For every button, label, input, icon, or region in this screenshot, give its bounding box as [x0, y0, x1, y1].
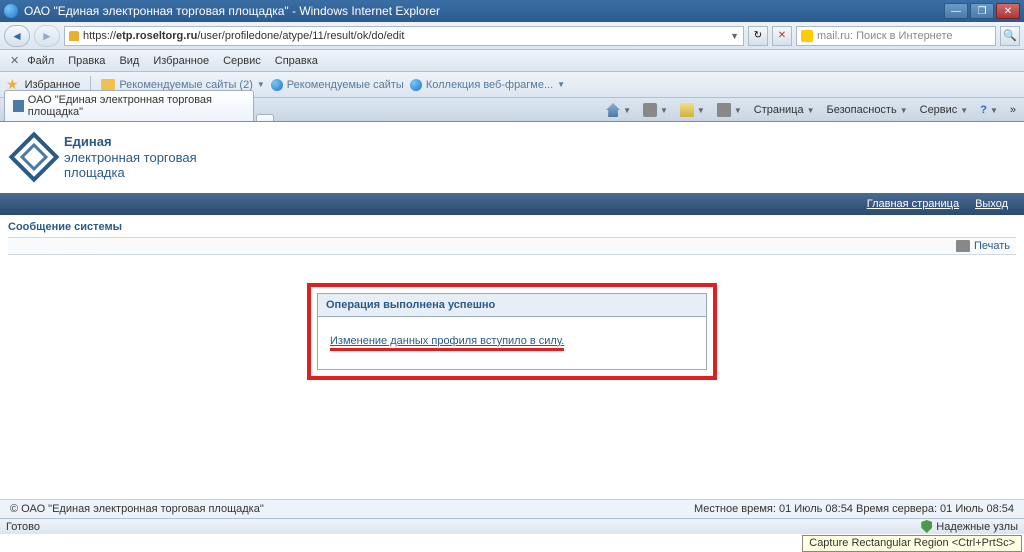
fav-item-1[interactable]: Рекомендуемые сайты (2) ▼ [101, 79, 264, 91]
rss-button[interactable]: ▼ [639, 101, 672, 119]
status-text: Готово [6, 521, 40, 533]
shield-icon [921, 520, 932, 533]
search-placeholder: mail.ru: Поиск в Интернете [817, 30, 953, 42]
server-time: Местное время: 01 Июль 08:54 Время серве… [694, 503, 1014, 515]
page-content: Единая электронная торговая площадка Гла… [0, 122, 1024, 514]
refresh-button[interactable]: ↻ [748, 26, 768, 46]
screenshot-tooltip: Capture Rectangular Region <Ctrl+PrtSc> [802, 535, 1022, 552]
expand-button[interactable]: » [1006, 102, 1020, 118]
ie-icon [4, 4, 18, 18]
folder-icon [101, 79, 115, 90]
menu-edit[interactable]: Правка [62, 53, 111, 69]
safety-menu[interactable]: Безопасность▼ [823, 102, 912, 118]
mail-icon [680, 103, 694, 117]
minimize-button[interactable]: — [944, 3, 968, 19]
tab-title: ОАО "Единая электронная торговая площадк… [28, 94, 245, 118]
success-title: Операция выполнена успешно [318, 294, 706, 317]
mail-button[interactable]: ▼ [676, 101, 709, 119]
copyright: © ОАО "Единая электронная торговая площа… [10, 503, 264, 515]
print-link[interactable]: Печать [956, 240, 1010, 252]
security-zone[interactable]: Надежные узлы [921, 520, 1018, 533]
stop-button[interactable]: ✕ [772, 26, 792, 46]
maximize-button[interactable]: ❐ [970, 3, 994, 19]
menu-view[interactable]: Вид [113, 53, 145, 69]
home-button[interactable]: ▼ [602, 101, 635, 119]
tab-active[interactable]: ОАО "Единая электронная торговая площадк… [4, 90, 254, 121]
menu-bar: ✕ Файл Правка Вид Избранное Сервис Справ… [0, 50, 1024, 72]
address-bar-row: ◄ ► https://etp.roseltorg.ru/user/profil… [0, 22, 1024, 50]
tools-menu[interactable]: Сервис▼ [916, 102, 973, 118]
system-message-title: Сообщение системы [8, 221, 1016, 233]
favorites-label[interactable]: Избранное [25, 79, 81, 91]
forward-button[interactable]: ► [34, 25, 60, 47]
lock-icon [69, 31, 79, 41]
success-message-link[interactable]: Изменение данных профиля вступило в силу… [330, 335, 564, 351]
logo-icon [9, 132, 60, 183]
search-box[interactable]: mail.ru: Поиск в Интернете [796, 26, 996, 46]
site-header: Единая электронная торговая площадка [0, 122, 1024, 193]
tab-bar: ОАО "Единая электронная торговая площадк… [0, 98, 1024, 122]
ie-icon [271, 79, 283, 91]
search-go-button[interactable]: 🔍 [1000, 26, 1020, 46]
menu-favorites[interactable]: Избранное [147, 53, 215, 69]
success-panel: Операция выполнена успешно Изменение дан… [307, 283, 717, 380]
home-icon [606, 103, 620, 117]
print-icon [717, 103, 731, 117]
menu-close-icon[interactable]: ✕ [10, 54, 19, 67]
print-button[interactable]: ▼ [713, 101, 746, 119]
window-titlebar: ОАО "Единая электронная торговая площадк… [0, 0, 1024, 22]
fav-item-2[interactable]: Рекомендуемые сайты [271, 79, 404, 91]
printer-icon [956, 240, 970, 252]
menu-help[interactable]: Справка [269, 53, 324, 69]
menu-tools[interactable]: Сервис [217, 53, 267, 69]
nav-exit-link[interactable]: Выход [975, 198, 1008, 210]
address-bar[interactable]: https://etp.roseltorg.ru/user/profiledon… [64, 26, 744, 46]
menu-file[interactable]: Файл [21, 53, 60, 69]
tab-favicon [13, 100, 24, 112]
rss-icon [643, 103, 657, 117]
url-text: https://etp.roseltorg.ru/user/profiledon… [83, 30, 726, 42]
ie-icon [410, 79, 422, 91]
page-menu[interactable]: Страница▼ [750, 102, 819, 118]
page-footer: © ОАО "Единая электронная торговая площа… [0, 499, 1024, 518]
nav-home-link[interactable]: Главная страница [867, 198, 959, 210]
status-bar: Готово Надежные узлы [0, 518, 1024, 534]
close-button[interactable]: ✕ [996, 3, 1020, 19]
logo-text: Единая электронная торговая площадка [64, 134, 197, 181]
help-button[interactable]: ?▼ [976, 102, 1002, 118]
back-button[interactable]: ◄ [4, 25, 30, 47]
new-tab-button[interactable] [256, 114, 274, 121]
fav-item-3[interactable]: Коллекция веб-фрагме... ▼ [410, 79, 565, 91]
search-provider-icon [801, 30, 813, 42]
addr-dropdown-icon[interactable]: ▼ [730, 31, 739, 41]
window-title: ОАО "Единая электронная торговая площадк… [24, 4, 440, 18]
top-nav: Главная страница Выход [0, 193, 1024, 215]
